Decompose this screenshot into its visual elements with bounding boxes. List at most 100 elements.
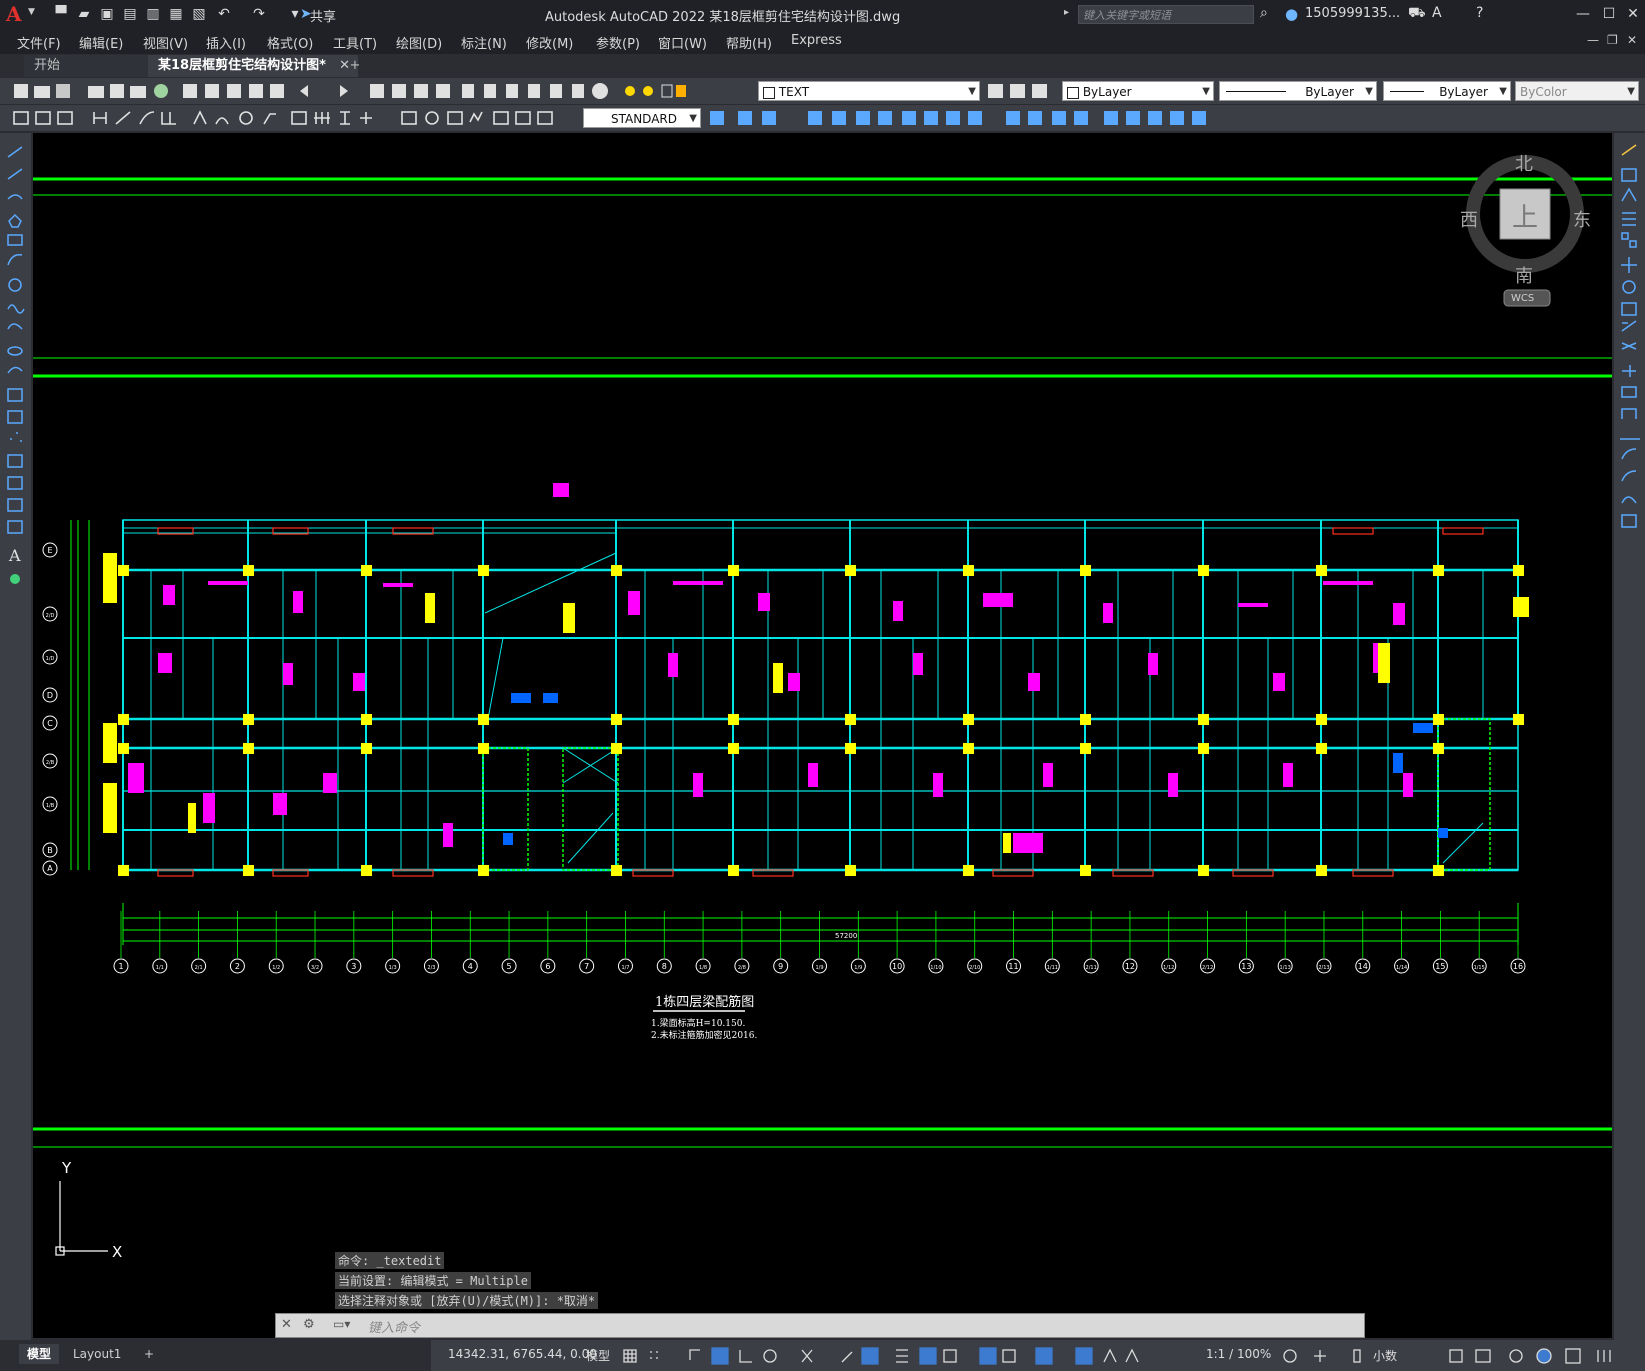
menu-dimension[interactable]: 标注(N) bbox=[461, 33, 507, 52]
menu-modify[interactable]: 修改(M) bbox=[526, 33, 573, 52]
menu-draw[interactable]: 绘图(D) bbox=[396, 33, 442, 52]
svg-text:A: A bbox=[47, 864, 53, 873]
compass-north[interactable]: 北 bbox=[1515, 150, 1533, 176]
share-button[interactable]: 共享 bbox=[310, 6, 336, 25]
linetype-dropdown[interactable]: ByLayer ▼ bbox=[1219, 81, 1377, 101]
tab-model[interactable]: 模型 bbox=[19, 1344, 60, 1364]
status-tools[interactable] bbox=[1280, 1346, 1640, 1366]
user-icon[interactable]: ● bbox=[1285, 5, 1298, 23]
help-icon[interactable]: ? bbox=[1476, 5, 1483, 21]
svg-text:1/9: 1/9 bbox=[854, 965, 862, 971]
plan-note-2: 2.未标注箍筋加密见2016. bbox=[651, 1029, 757, 1041]
maximize-button[interactable]: ☐ bbox=[1596, 4, 1622, 24]
axis-bubble: 12 bbox=[1122, 958, 1138, 974]
menu-edit[interactable]: 编辑(E) bbox=[79, 33, 123, 52]
svg-text:E: E bbox=[47, 546, 52, 555]
viewcube[interactable]: 北 南 东 西 上 WCS bbox=[1460, 145, 1594, 325]
paste-icon bbox=[227, 84, 241, 98]
cart-icon[interactable]: ⛟ bbox=[1408, 5, 1426, 23]
chevron-down-icon: ▼ bbox=[1499, 86, 1507, 97]
axis-bubble: 1/10 bbox=[928, 958, 944, 974]
menu-express[interactable]: Express bbox=[791, 33, 842, 48]
dimension-toolbar-icons[interactable] bbox=[8, 108, 578, 128]
plotstyle-dropdown[interactable]: ByColor ▼ bbox=[1515, 81, 1639, 101]
compass-west[interactable]: 西 bbox=[1460, 206, 1478, 232]
customization-icon bbox=[1597, 1350, 1611, 1362]
save-as-icon[interactable]: ▤ bbox=[121, 6, 139, 22]
search-input[interactable]: 键入关键字或短语 bbox=[1078, 5, 1254, 24]
viewcube-top-face[interactable]: 上 bbox=[1512, 197, 1538, 234]
axis-bubble: 1 bbox=[113, 958, 129, 974]
minimize-button[interactable]: — bbox=[1570, 4, 1596, 24]
layer-tools-icons[interactable] bbox=[986, 81, 1056, 101]
app-menu-chevron-icon[interactable]: ▼ bbox=[28, 7, 35, 17]
new-tab-button[interactable]: + bbox=[345, 55, 365, 77]
add-layout-button[interactable]: + bbox=[136, 1344, 162, 1364]
menu-format[interactable]: 格式(O) bbox=[267, 33, 313, 52]
plot-icon[interactable]: ▧ bbox=[190, 6, 208, 22]
color-dropdown[interactable]: ByLayer ▼ bbox=[1062, 81, 1214, 101]
modify-toolbar bbox=[1614, 133, 1645, 1343]
menu-tools[interactable]: 工具(T) bbox=[333, 33, 377, 52]
redo-icon[interactable]: ↷ bbox=[250, 6, 268, 22]
layer-dropdown[interactable]: TEXT ▼ bbox=[758, 81, 980, 101]
svg-text:14: 14 bbox=[1358, 962, 1368, 971]
menu-window[interactable]: 窗口(W) bbox=[658, 33, 707, 52]
tab-layout1[interactable]: Layout1 bbox=[65, 1344, 129, 1364]
annotation-scale[interactable]: 1:1 / 100% bbox=[1206, 1347, 1271, 1361]
svg-text:C: C bbox=[47, 719, 53, 728]
modify-side-icons[interactable] bbox=[1614, 133, 1645, 543]
menu-view[interactable]: 视图(V) bbox=[143, 33, 188, 52]
draw-toolbar-icons[interactable]: A bbox=[0, 133, 31, 593]
autodesk-app-icon[interactable]: A bbox=[1432, 5, 1442, 21]
axis-bubble: 9 bbox=[773, 958, 789, 974]
menu-insert[interactable]: 插入(I) bbox=[206, 33, 246, 52]
save-web-icon[interactable]: ▦ bbox=[167, 6, 185, 22]
close-button[interactable]: ✕ bbox=[1620, 4, 1645, 24]
ucs-x-label: X bbox=[112, 1243, 122, 1261]
doc-minimize-button[interactable]: — bbox=[1587, 33, 1599, 47]
tab-drawing[interactable]: 某18层框剪住宅结构设计图* ✕ bbox=[148, 55, 358, 77]
menu-file[interactable]: 文件(F) bbox=[17, 33, 61, 52]
tab-start[interactable]: 开始 bbox=[24, 55, 150, 77]
open-web-icon[interactable]: ▥ bbox=[144, 6, 162, 22]
search-icon[interactable]: ⌕ bbox=[1260, 5, 1268, 21]
search-expand-icon[interactable]: ▸ bbox=[1064, 7, 1069, 18]
wcs-menu[interactable]: WCS bbox=[1511, 293, 1534, 304]
drawing-canvas[interactable]: 1 1/1 2/1 2 1/2 3/2 3 1/3 2/3 4 5 6 7 1/7 8 1/8 2/8 9 1/9 1… bbox=[33, 133, 1612, 1338]
sheet-set-icon bbox=[528, 84, 540, 98]
axis-bubble: 13 bbox=[1238, 958, 1254, 974]
doc-restore-button[interactable]: ❐ bbox=[1607, 33, 1618, 47]
3d-dwf-icon bbox=[154, 84, 168, 98]
units-display[interactable]: 小数 bbox=[1373, 1347, 1397, 1364]
lineweight-dropdown[interactable]: ByLayer ▼ bbox=[1383, 81, 1511, 101]
top-beam-lines bbox=[123, 527, 1518, 534]
new-file-icon[interactable]: ▀ bbox=[52, 6, 70, 22]
command-customize-icon[interactable]: ⚙ bbox=[303, 1317, 315, 1332]
model-space-toggle[interactable]: 模型 bbox=[586, 1347, 610, 1364]
open-file-icon[interactable]: ▰ bbox=[75, 6, 93, 22]
standard-toolbar-icons[interactable] bbox=[8, 81, 688, 101]
compass-east[interactable]: 东 bbox=[1573, 206, 1591, 232]
coordinates-readout[interactable]: 14342.31, 6765.44, 0.00 bbox=[448, 1347, 597, 1361]
recent-commands-icon[interactable]: ▭▾ bbox=[333, 1317, 350, 1331]
undo-icon[interactable]: ↶ bbox=[215, 6, 233, 22]
menu-parametric[interactable]: 参数(P) bbox=[596, 33, 640, 52]
app-logo[interactable]: A bbox=[6, 3, 28, 25]
grid-icon bbox=[623, 1349, 637, 1363]
copy-icon bbox=[205, 84, 219, 98]
user-account[interactable]: 1505999135... bbox=[1305, 6, 1400, 21]
doc-close-button[interactable]: ✕ bbox=[1627, 33, 1637, 47]
preview-icon bbox=[110, 84, 124, 98]
text-style-dropdown[interactable]: STANDARD ▼ bbox=[583, 108, 701, 128]
command-close-icon[interactable]: ✕ bbox=[281, 1317, 292, 1332]
save-icon[interactable]: ▣ bbox=[98, 6, 116, 22]
modify-toolbar-icons[interactable] bbox=[706, 108, 1226, 128]
svg-text:1/B: 1/B bbox=[46, 803, 55, 809]
axis-bubble: E bbox=[42, 542, 58, 558]
command-input[interactable]: 键入命令 bbox=[368, 1317, 420, 1336]
svg-text:2/12: 2/12 bbox=[1202, 965, 1213, 971]
isolate-objects-icon bbox=[1509, 1349, 1523, 1363]
compass-south[interactable]: 南 bbox=[1515, 262, 1533, 288]
menu-help[interactable]: 帮助(H) bbox=[726, 33, 772, 52]
